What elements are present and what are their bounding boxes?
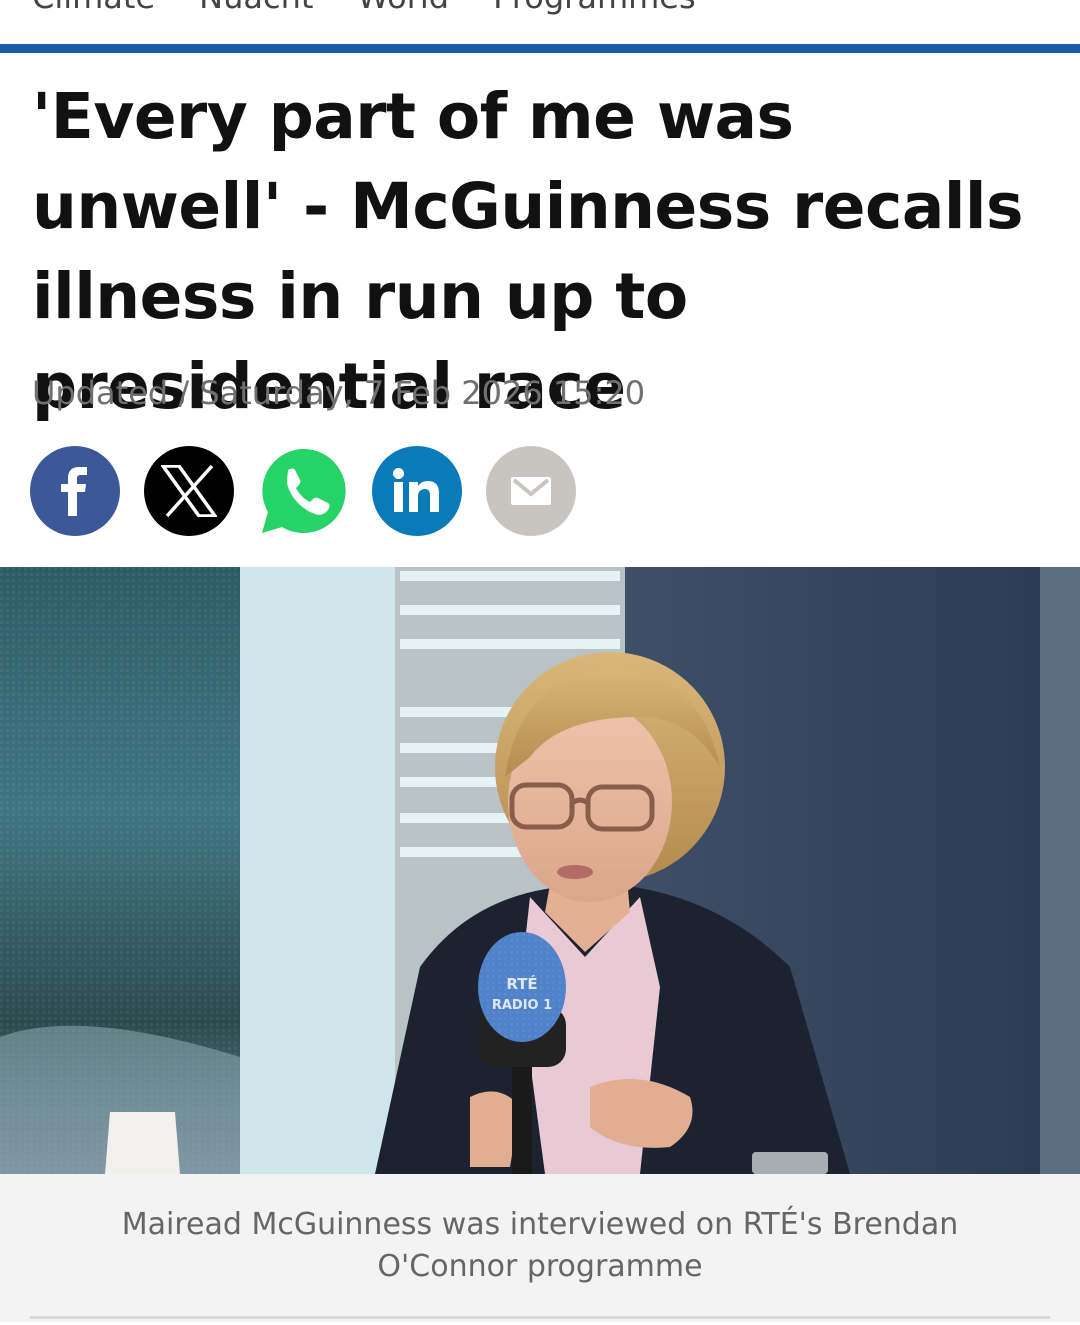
nav-divider — [0, 44, 1080, 53]
nav-item-world[interactable]: World — [357, 0, 449, 16]
nav-items: Climate Nuacht World Programmes — [32, 0, 696, 16]
article-photo: RTÉ RADIO 1 — [0, 567, 1080, 1174]
share-email-button[interactable] — [486, 446, 576, 536]
share-whatsapp-button[interactable] — [258, 446, 348, 536]
mail-icon — [510, 476, 552, 506]
mic-label-radio: RADIO 1 — [492, 998, 552, 1013]
facebook-icon — [55, 466, 95, 516]
bottom-divider — [30, 1316, 1050, 1319]
nav-item-programmes[interactable]: Programmes — [493, 0, 696, 16]
nav-item-climate[interactable]: Climate — [32, 0, 155, 16]
x-icon — [161, 465, 217, 517]
share-buttons — [30, 446, 576, 536]
mic-label-rte: RTÉ — [506, 974, 537, 993]
top-nav: Climate Nuacht World Programmes — [0, 0, 1080, 44]
nav-item-nuacht[interactable]: Nuacht — [199, 0, 313, 16]
photo-caption: Mairead McGuinness was interviewed on RT… — [121, 1207, 959, 1284]
linkedin-icon — [392, 468, 442, 514]
share-x-button[interactable] — [144, 446, 234, 536]
share-facebook-button[interactable] — [30, 446, 120, 536]
whatsapp-icon — [258, 446, 348, 536]
updated-timestamp: Updated / Saturday, 7 Feb 2026 15:20 — [32, 374, 646, 412]
share-linkedin-button[interactable] — [372, 446, 462, 536]
